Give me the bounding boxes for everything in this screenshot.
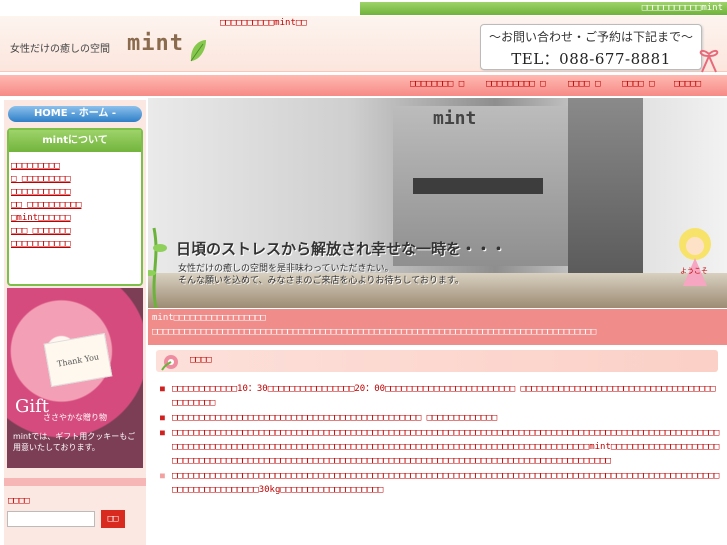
list-item: □□□□□□□□□□□□□□□□□□□□□□□□□□□□□□□□□□□□□□□□… (160, 411, 720, 425)
sidebar-item-6[interactable]: □□□ □□□□□□□ (11, 225, 141, 238)
header-center-text: □□□□□□□□□□mint□□ (220, 18, 307, 28)
hero-subtext: 女性だけの癒しの空間を是非味わっていただきたい。 そんな願いを込めて、みなさまの… (178, 263, 464, 287)
hero-headline: 日頃のストレスから解放され幸せな一時を・・・ (176, 240, 507, 258)
hero-image: mint 日頃のストレスから解放され幸せな一時を・・・ 女性だけの癒しの空間を是… (148, 98, 727, 308)
search-label: □□□□ (8, 496, 30, 506)
sidebar-item-3[interactable]: □□□□□□□□□□□ (11, 186, 141, 199)
left-sidebar: HOME - ホーム - mintについて □□□□□□□□□ □ □□□□□□… (4, 100, 146, 545)
list-item: □□□□□□□□□□□□□□□□□□□□□□□□□□□□□□□□□□□□□□□□… (160, 426, 720, 468)
main-content: mint 日頃のストレスから解放され幸せな一時を・・・ 女性だけの癒しの空間を是… (148, 98, 727, 545)
top-bar-text: □□□□□□□□□□□mint (641, 3, 723, 13)
flower-icon (161, 355, 178, 371)
nav-item-1[interactable]: □□□□□□□□ □ (410, 79, 464, 89)
list-item: □□□□□□□□□□□□□□□□□□□□□□□□□□□□□□□□□□□□□□□□… (160, 469, 720, 497)
hero-subtext-line2: そんな願いを込めて、みなさまのご来店を心よりお待ちしております。 (178, 276, 464, 286)
divider (4, 478, 146, 486)
sidebar-item-2[interactable]: □ □□□□□□□□□ (11, 173, 141, 186)
search-input[interactable] (7, 511, 95, 527)
notice-list: □□□□□□□□□□□□10：30□□□□□□□□□□□□□□□□20：00□□… (160, 382, 720, 498)
main-nav: □□□□□□□□ □ □□□□□□□□□ □ □□□□ □ □□□□ □ □□□… (0, 74, 727, 96)
contact-box: ～お問い合わせ・ご予約は下記まで～ TEL：088-677-8881 (480, 24, 702, 70)
welcome-girl-icon (679, 228, 711, 286)
header: □□□□□□□□□□mint□□ 女性だけの癒しの空間 mint ～お問い合わせ… (0, 16, 727, 73)
sidebar-item-5[interactable]: □mint□□□□□□ (11, 212, 141, 225)
gift-banner[interactable]: Thank You Gift ささやかな贈り物 mintでは、ギフト用クッキーも… (7, 288, 143, 468)
contact-line: ～お問い合わせ・ご予約は下記まで～ (488, 30, 693, 44)
tower-shape (568, 98, 643, 278)
nav-item-3[interactable]: □□□□ □ (568, 79, 601, 89)
hero-subtext-line1: 女性だけの癒しの空間を是非味わっていただきたい。 (178, 264, 394, 274)
search-button[interactable]: □□ (101, 510, 125, 528)
gift-tagline: ささやかな贈り物 (43, 413, 107, 422)
sidebar-item-4[interactable]: □□ □□□□□□□□□□ (11, 199, 141, 212)
sidebar-item-1[interactable]: □□□□□□□□□ (11, 160, 141, 173)
home-button[interactable]: HOME - ホーム - (8, 106, 142, 122)
site-tagline: 女性だけの癒しの空間 (10, 44, 110, 55)
section-header: □□□□ (156, 350, 718, 372)
sidebar-item-7[interactable]: □□□□□□□□□□□ (11, 238, 141, 251)
thank-you-card: Thank You (43, 332, 113, 388)
window-shape (413, 178, 543, 194)
section-title: □□□□ (190, 355, 212, 365)
notice-line-2: □□□□□□□□□□□□□□□□□□□□□□□□□□□□□□□□□□□□□□□□… (152, 327, 597, 337)
about-menu-title: mintについて (9, 130, 141, 152)
top-bar: □□□□□□□□□□□mint (0, 0, 727, 16)
site-logo[interactable]: mint (127, 31, 184, 56)
notice-line-1: mint□□□□□□□□□□□□□□□□□ (152, 313, 266, 323)
nav-item-5[interactable]: □□□□□ (674, 79, 701, 89)
notice-bar: mint□□□□□□□□□□□□□□□□□ □□□□□□□□□□□□□□□□□□… (148, 309, 727, 345)
about-menu: mintについて □□□□□□□□□ □ □□□□□□□□□ □□□□□□□□□… (7, 128, 143, 286)
list-item: □□□□□□□□□□□□10：30□□□□□□□□□□□□□□□□20：00□□… (160, 382, 720, 410)
nav-item-2[interactable]: □□□□□□□□□ □ (486, 79, 546, 89)
ribbon-icon (699, 49, 719, 73)
building-sign: mint (433, 108, 477, 129)
gift-description: mintでは、ギフト用クッキーもご用意いたしております。 (13, 432, 136, 452)
welcome-text: ようこそ (680, 267, 708, 275)
nav-item-4[interactable]: □□□□ □ (622, 79, 655, 89)
leaf-icon (190, 40, 206, 62)
contact-tel[interactable]: TEL：088-677-8881 (481, 48, 701, 69)
